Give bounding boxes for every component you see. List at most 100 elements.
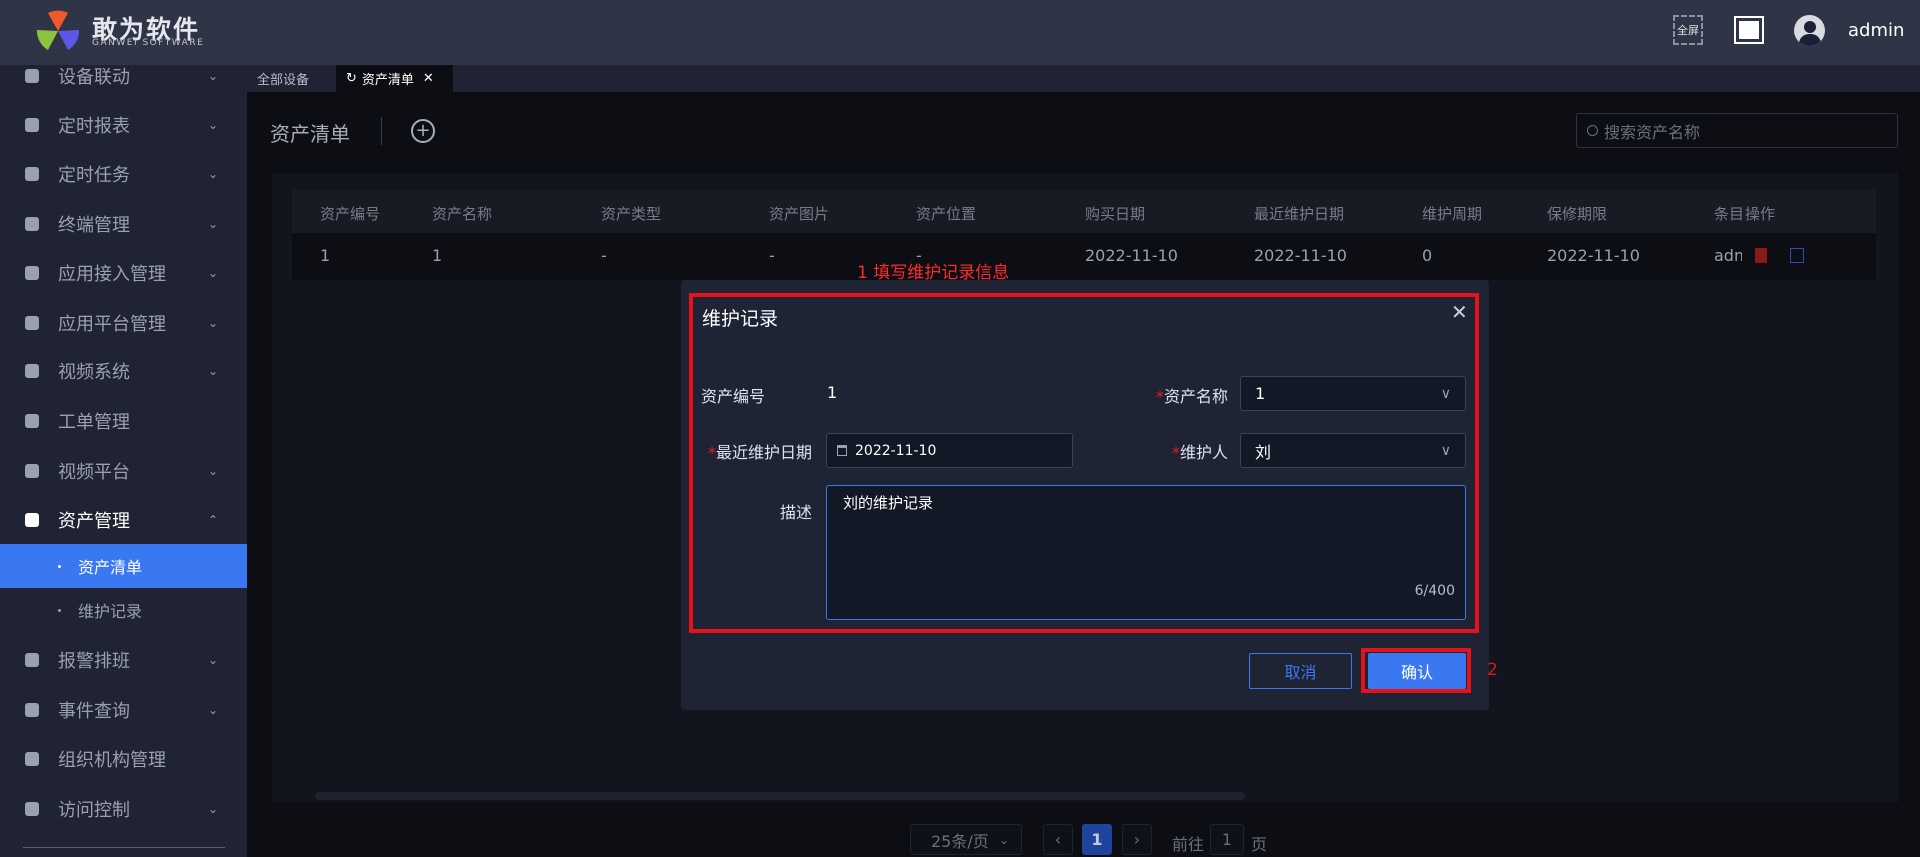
chevron-icon: ⌄: [208, 363, 219, 378]
sidebar-item[interactable]: 维护记录: [0, 588, 247, 632]
page-size-select[interactable]: 25条/页 ⌄: [910, 824, 1022, 855]
sidebar-item[interactable]: 定时任务 ⌄: [0, 149, 247, 198]
annotation-highlight-confirm: [1361, 648, 1471, 693]
sidebar-item[interactable]: 资产清单: [0, 544, 247, 588]
chevron-icon: ⌄: [208, 265, 219, 280]
column-header: 条目: [1714, 205, 1745, 223]
desc-label: 描述: [779, 503, 812, 522]
column-header: 购买日期: [1085, 205, 1146, 223]
column-header: 最近维护日期: [1254, 205, 1345, 223]
prev-page-button[interactable]: ‹: [1043, 824, 1073, 855]
maintainer-label: *维护人: [1172, 439, 1228, 463]
chevron-down-icon: ∨: [1440, 442, 1451, 459]
sidebar: 设备联动 ⌄ 定时报表 ⌄ 定时任务 ⌄ 终端管理 ⌄ 应用接入管理 ⌄ 应用平台管理 ⌄ 视频系统 ⌄ 工…: [0, 65, 247, 857]
menu-icon: [25, 801, 39, 816]
sidebar-item[interactable]: 设备联动 ⌄: [0, 65, 247, 100]
menu-icon: [25, 751, 39, 766]
table-cell: 2022-11-10: [1547, 246, 1640, 265]
tab-asset-list[interactable]: ↻ 资产清单 ✕: [336, 65, 453, 92]
dialog-close-icon[interactable]: ✕: [1451, 300, 1468, 324]
menu-icon: [25, 512, 39, 527]
sidebar-item-label: 报警排班: [58, 650, 130, 672]
sidebar-item[interactable]: 资产管理 ⌃: [0, 495, 247, 544]
sidebar-item[interactable]: 事件查询 ⌄: [0, 685, 247, 734]
refresh-icon[interactable]: ↻: [346, 71, 357, 86]
required-mark: *: [707, 443, 716, 462]
column-header: 资产类型: [601, 205, 662, 223]
avatar[interactable]: [1794, 15, 1825, 46]
sidebar-item[interactable]: 视频系统 ⌄: [0, 346, 247, 395]
edit-icon[interactable]: [1790, 248, 1804, 263]
required-mark: *: [1155, 387, 1164, 406]
menu-icon: [25, 166, 39, 181]
add-asset-button[interactable]: +: [411, 119, 435, 143]
fullscreen-label: 全屏: [1677, 24, 1699, 37]
sidebar-item[interactable]: 终端管理 ⌄: [0, 199, 247, 248]
sidebar-item[interactable]: 访问控制 ⌄: [0, 784, 247, 833]
menu-icon: [25, 265, 39, 280]
sidebar-item-label: 视频系统: [58, 361, 130, 383]
table-cell: -: [769, 246, 775, 265]
delete-icon[interactable]: [1755, 248, 1767, 263]
top-header: 敢为软件 GANWEI SOFTWARE 全屏 admin: [0, 0, 1920, 65]
close-icon[interactable]: ✕: [423, 71, 434, 86]
bullet-icon: [58, 564, 61, 568]
sidebar-item-label: 事件查询: [58, 700, 130, 722]
column-header: 维护周期: [1422, 205, 1483, 223]
column-header: 资产名称: [432, 205, 493, 223]
horizontal-scrollbar[interactable]: [315, 792, 1245, 800]
screen-mode-button[interactable]: [1734, 16, 1764, 44]
sidebar-item[interactable]: 报警排班 ⌄: [0, 635, 247, 684]
dialog-title: 维护记录: [702, 308, 779, 330]
tab-label: 资产清单: [361, 73, 414, 88]
tab-label: 全部设备: [257, 73, 310, 88]
page-1-button[interactable]: 1: [1082, 824, 1112, 855]
sidebar-item-label: 访问控制: [58, 799, 130, 821]
sidebar-item[interactable]: 应用平台管理 ⌄: [0, 298, 247, 347]
chevron-icon: ⌄: [208, 117, 219, 132]
sidebar-item[interactable]: 组织机构管理: [0, 734, 247, 783]
table-header: 资产编号 资产名称 资产类型 资产图片 资产位置 购买日期 最近维护日期 维护周期 保修期限 条目…: [292, 190, 1876, 233]
menu-icon: [25, 463, 39, 478]
sidebar-item[interactable]: 视频平台 ⌄: [0, 446, 247, 495]
required-mark: *: [1171, 443, 1180, 462]
sidebar-item[interactable]: 定时报表 ⌄: [0, 100, 247, 149]
chevron-icon: ⌃: [208, 512, 219, 527]
menu-icon: [25, 363, 39, 378]
chevron-icon: ⌄: [208, 216, 219, 231]
sidebar-item-label: 资产清单: [78, 558, 143, 577]
column-header: 资产位置: [916, 205, 977, 223]
sidebar-item[interactable]: 工单管理: [0, 396, 247, 445]
asset-name-select[interactable]: 1 ∨: [1240, 376, 1466, 411]
chevron-icon: ⌄: [208, 463, 219, 478]
menu-icon: [25, 413, 39, 428]
goto-label: 前往: [1172, 835, 1205, 854]
date-label: *最近维护日期: [708, 439, 812, 463]
menu-icon: [25, 117, 39, 132]
page-title: 资产清单: [270, 122, 350, 146]
maintainer-select[interactable]: 刘 ∨: [1240, 433, 1466, 468]
chevron-icon: ⌄: [208, 801, 219, 816]
tab-all-devices[interactable]: 全部设备: [247, 65, 319, 92]
divider: [23, 847, 225, 848]
chevron-icon: ⌄: [208, 702, 219, 717]
sidebar-item-label: 设备联动: [58, 66, 130, 88]
screen-icon: [1739, 21, 1759, 39]
select-value: 刘: [1255, 442, 1272, 462]
fullscreen-button[interactable]: 全屏: [1673, 15, 1703, 45]
menu-icon: [25, 652, 39, 667]
chevron-icon: ⌄: [208, 315, 219, 330]
next-page-button[interactable]: ›: [1122, 824, 1152, 855]
column-header: 资产编号: [320, 205, 381, 223]
description-textarea[interactable]: 刘的维护记录 6/400: [826, 485, 1466, 620]
cancel-button[interactable]: 取消: [1249, 653, 1352, 689]
goto-page-input[interactable]: 1: [1210, 824, 1244, 855]
search-input[interactable]: 搜索资产名称: [1576, 113, 1898, 148]
search-placeholder: 搜索资产名称: [1604, 122, 1701, 142]
table-row[interactable]: 1 1- - -2022-11-10 2022-11-10 0 2022-11-10 adm: [292, 233, 1876, 280]
sidebar-item[interactable]: 应用接入管理 ⌄: [0, 248, 247, 297]
date-picker[interactable]: 2022-11-10: [826, 433, 1073, 468]
select-value: 1: [1255, 384, 1266, 403]
chevron-icon: ⌄: [208, 166, 219, 181]
username[interactable]: admin: [1848, 20, 1904, 41]
